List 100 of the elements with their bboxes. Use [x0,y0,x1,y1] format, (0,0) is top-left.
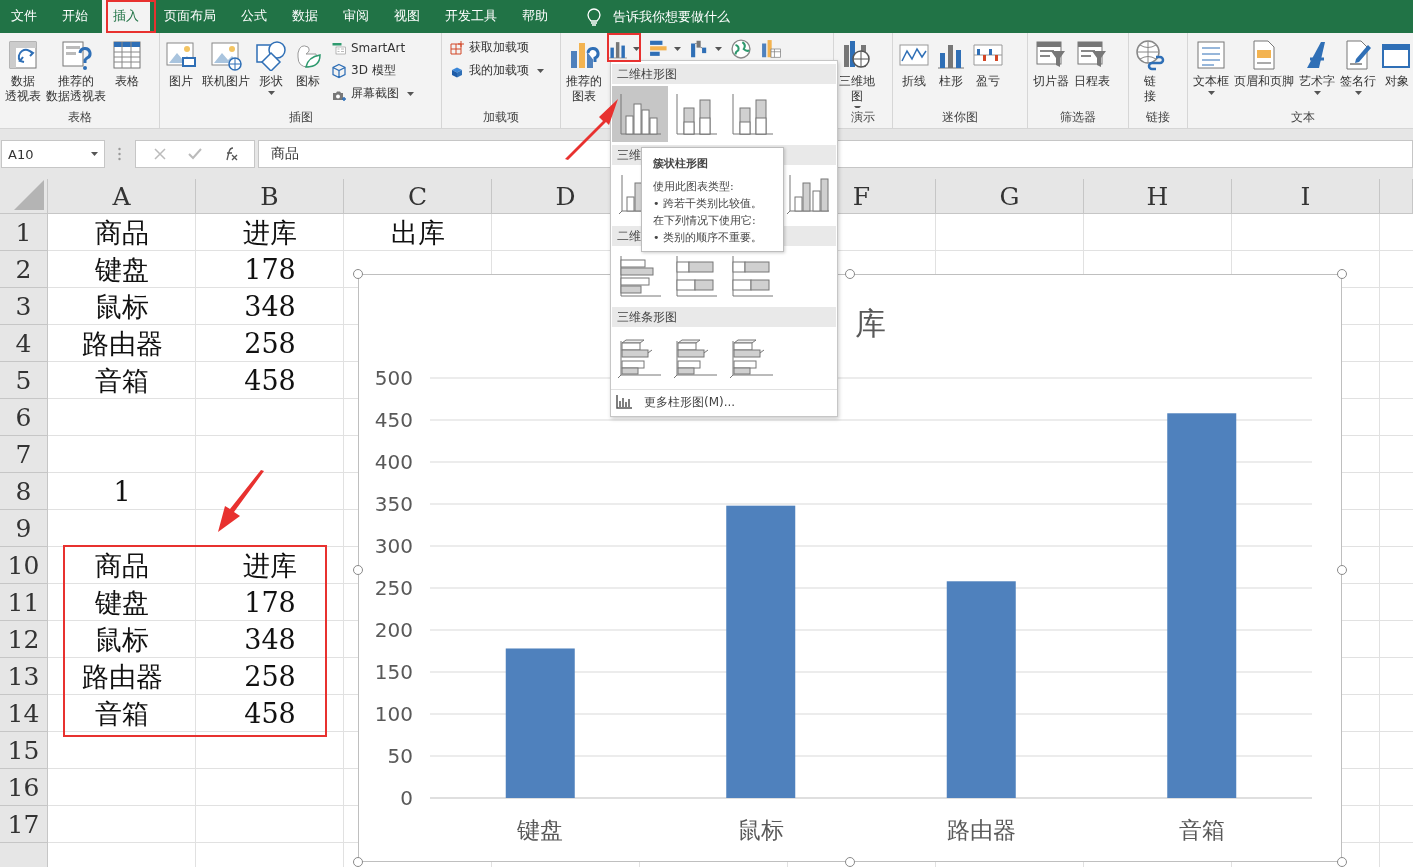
row-header[interactable]: 4 [0,325,48,362]
row-header[interactable]: 8 [0,473,48,510]
axis-label: 100 [374,702,413,726]
column-chart-icon [616,395,632,409]
ribbon-tab[interactable]: 帮助 [511,0,559,33]
pivot-table-icon [7,39,39,71]
axis-label: 300 [374,534,413,558]
ribbon-button[interactable]: 图片 [163,38,199,90]
table-cell-text: 商品 [94,549,150,583]
ribbon-button[interactable]: 链 接 [1132,38,1168,105]
ribbon-button[interactable]: 数据 透视表 [3,38,43,105]
ribbon-button[interactable]: 推荐的 图表 [564,38,604,105]
picture-globe-icon [210,39,242,71]
row-header[interactable]: 15 [0,732,48,769]
row-header[interactable]: 7 [0,436,48,473]
more-charts-item[interactable]: 更多柱形图(M)... [611,389,837,414]
globe-link-icon [1134,39,1166,71]
axis-label: 50 [387,744,413,768]
ribbon-tab[interactable]: 审阅 [332,0,380,33]
ribbon-button[interactable]: 盈亏 [970,38,1006,90]
row-header[interactable]: 9 [0,510,48,547]
cancel-icon[interactable] [154,148,166,160]
row-header[interactable]: 1 [0,214,48,251]
table-cell-text: 鼠标 [94,623,150,657]
ribbon-tab[interactable]: 公式 [230,0,278,33]
caret-icon [1354,91,1362,95]
ribbon-tab[interactable]: 开始 [51,0,99,33]
ribbon-tab[interactable]: 视图 [383,0,431,33]
function-icon[interactable] [224,147,238,161]
chart-type-option[interactable] [612,86,668,142]
caret-icon [1313,91,1321,95]
ribbon-tab[interactable]: 文件 [0,0,48,33]
ribbon-tab[interactable]: 数据 [281,0,329,33]
column-header[interactable]: C [344,179,492,214]
name-box[interactable]: A10 [1,140,105,168]
column-header[interactable]: A [48,179,196,214]
ribbon-button[interactable]: 表格 [109,38,145,90]
select-all-button[interactable] [0,179,48,214]
ribbon-button[interactable]: 三维地 图 [837,38,877,108]
row-header[interactable]: 14 [0,695,48,732]
ribbon-button[interactable]: 形状 [253,38,289,96]
row-header[interactable]: 3 [0,288,48,325]
row-header[interactable]: 11 [0,584,48,621]
ribbon-button[interactable]: 图标 [290,38,326,90]
ribbon-button[interactable]: 我的加载项 [449,61,544,80]
caret-icon [537,68,544,73]
ribbon-button[interactable]: 对象 [1379,38,1413,90]
row-header[interactable]: 16 [0,769,48,806]
resize-handle[interactable] [845,269,855,279]
caret-icon [1207,91,1215,95]
column-header[interactable]: G [936,179,1084,214]
ribbon-button[interactable]: 柱形 [933,38,969,90]
ribbon-tab[interactable]: 开发工具 [434,0,508,33]
row-header[interactable]: 5 [0,362,48,399]
resize-handle[interactable] [353,565,363,575]
ribbon-button[interactable]: 获取加载项 [449,38,544,57]
table-cell-text: 348 [243,623,297,657]
row-header[interactable]: 13 [0,658,48,695]
column-header[interactable]: H [1084,179,1232,214]
check-icon[interactable] [188,148,202,160]
ribbon-button[interactable]: 屏幕截图 [331,84,414,103]
resize-handle[interactable] [845,857,855,867]
tooltip-text: 在下列情况下使用它: [653,213,757,229]
ribbon-button[interactable]: 签名行 [1338,38,1378,96]
row-header[interactable]: 10 [0,547,48,584]
ribbon-button[interactable]: 文本框 [1191,38,1231,96]
section-header: 二维柱形图 [612,64,836,84]
ribbon-button[interactable]: 联机图片 [200,38,252,90]
tell-me-field[interactable]: 告诉我你想要做什么 [611,8,815,25]
column-header[interactable]: B [196,179,344,214]
resize-handle[interactable] [1337,269,1347,279]
resize-handle[interactable] [1337,565,1347,575]
ribbon-tab[interactable]: 页面布局 [153,0,227,33]
table-cell-text: 258 [243,660,297,694]
ribbon-button[interactable]: SmartArt [331,38,414,57]
resize-handle[interactable] [353,269,363,279]
ribbon-button[interactable]: 切片器 [1031,38,1071,90]
table-cell-text: 458 [243,364,297,398]
ribbon-button[interactable]: 艺术字 [1297,38,1337,96]
shapes-icon [255,39,287,71]
pivot-table-question-icon [60,39,92,71]
row-header[interactable]: 2 [0,251,48,288]
ribbon-button[interactable]: 推荐的 数据透视表 [44,38,108,105]
row-header[interactable]: 12 [0,621,48,658]
resize-handle[interactable] [353,857,363,867]
ribbon-button[interactable]: 3D 模型 [331,61,414,80]
resize-handle[interactable] [1337,857,1347,867]
row-header[interactable]: 17 [0,806,48,843]
axis-label: 鼠标 [737,817,784,843]
group-label: 表格 [66,109,93,126]
row-header[interactable]: 6 [0,399,48,436]
ribbon-button[interactable]: 日程表 [1072,38,1112,90]
axis-label: 150 [374,660,413,684]
column-chart-icon [618,92,662,136]
ribbon-button[interactable]: 页眉和页脚 [1232,38,1296,90]
table-cell-text: 178 [243,253,297,287]
column-header[interactable]: I [1232,179,1380,214]
ribbon-button[interactable]: 折线 [896,38,932,90]
table-cell-text: 258 [243,327,297,361]
table-cell-text: 1 [112,475,132,509]
